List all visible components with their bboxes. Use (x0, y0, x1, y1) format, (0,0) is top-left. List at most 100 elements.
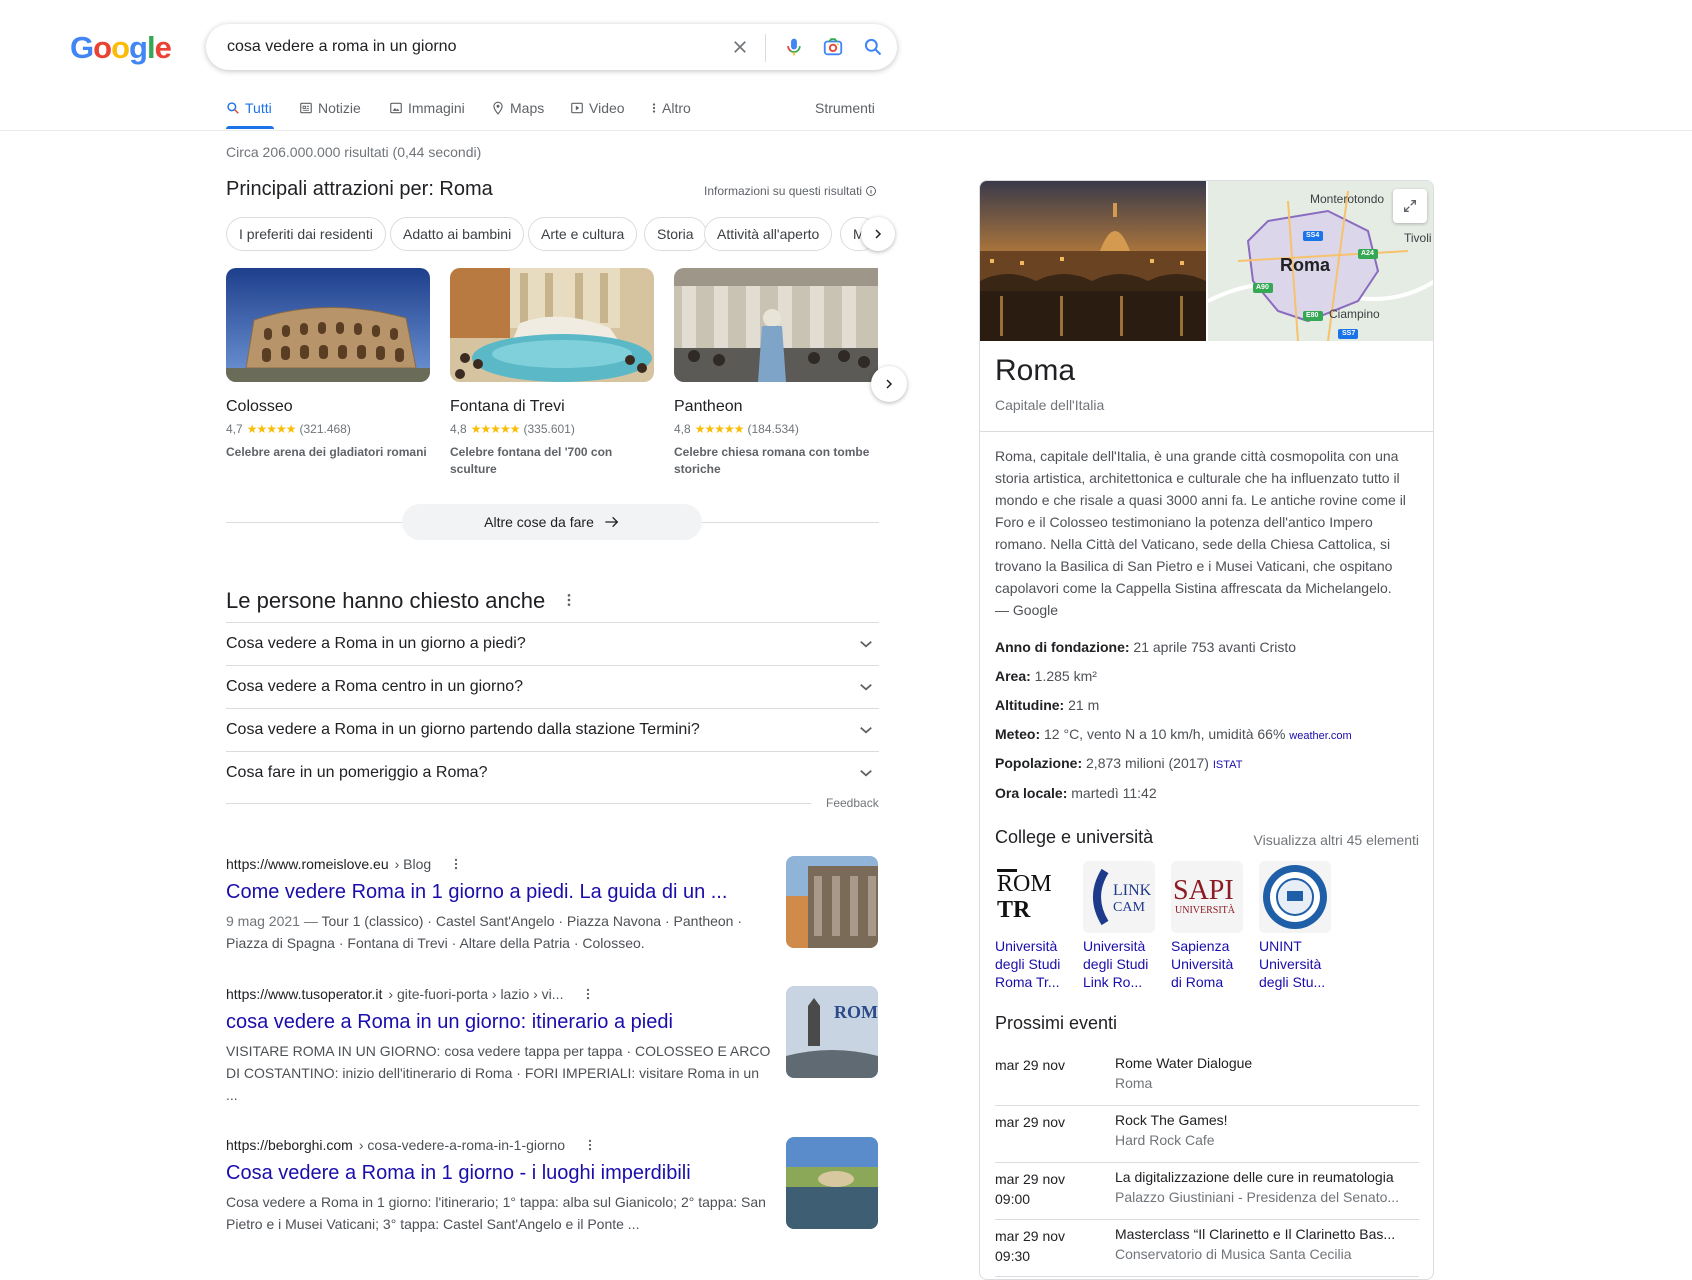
search-icon[interactable] (860, 34, 886, 60)
filter-chips: I preferiti dai residenti Adatto ai bamb… (226, 217, 898, 255)
attraction-rating: 4,7 ★★★★★ (321.468) (226, 422, 351, 436)
event-item[interactable]: mar 29 nov Rome Water Dialogue Roma (995, 1049, 1419, 1106)
result-url[interactable]: https://beborghi.com › cosa-vedere-a-rom… (226, 1137, 879, 1153)
result-url[interactable]: https://www.tusoperator.it › gite-fuori-… (226, 986, 879, 1002)
colosseum-image (226, 268, 430, 382)
feedback-link[interactable]: Feedback (826, 796, 879, 810)
road-label: A90 (1256, 284, 1269, 291)
svg-text:SAPI: SAPI (1173, 875, 1234, 906)
attraction-description: Celebre fontana del '700 con sculture (450, 445, 613, 476)
tab-maps[interactable]: Maps (491, 100, 544, 116)
college-item[interactable]: UNINT Università degli Stu... (1259, 861, 1335, 991)
attraction-card-trevi[interactable]: Fontana di Trevi 4,8 ★★★★★ (335.601) Cel… (450, 268, 654, 478)
chip-history[interactable]: Storia (644, 217, 707, 251)
header-divider (0, 130, 1692, 131)
more-things-to-do-button[interactable]: Altre cose da fare (402, 504, 702, 540)
event-place: Roma (1115, 1075, 1153, 1091)
result-thumbnail[interactable]: ROMA (786, 986, 878, 1078)
result-snippet: Cosa vedere a Roma in 1 giorno: l'itiner… (226, 1194, 766, 1232)
college-logo (1259, 861, 1331, 933)
event-name: La digitalizzazione delle cure in reumat… (1115, 1169, 1394, 1185)
map-label: Tivoli (1404, 231, 1432, 245)
camera-icon[interactable] (820, 34, 846, 60)
event-item[interactable]: mar 29 nov Rock The Games! Hard Rock Caf… (995, 1106, 1419, 1163)
fact-altitude: Altitudine: 21 m (995, 697, 1100, 713)
result-stats: Circa 206.000.000 risultati (0,44 second… (226, 144, 482, 160)
knowledge-panel: Monterotondo Tivoli Roma Ciampino SS4 A2… (979, 180, 1434, 1280)
rome-night-image[interactable] (980, 181, 1206, 341)
tab-all[interactable]: Tutti (226, 100, 272, 116)
fact-local-time: Ora locale: martedì 11:42 (995, 785, 1157, 801)
paa-question[interactable]: Cosa vedere a Roma in un giorno a piedi? (226, 622, 879, 665)
paa-question[interactable]: Cosa vedere a Roma in un giorno partendo… (226, 708, 879, 751)
attraction-card-colosseo[interactable]: Colosseo 4,7 ★★★★★ (321.468) Celebre are… (226, 268, 430, 461)
tools-button[interactable]: Strumenti (815, 100, 875, 116)
map-city-label: Roma (1280, 255, 1331, 275)
chevron-down-icon (860, 770, 872, 777)
expand-map-button[interactable] (1393, 189, 1427, 223)
result-title[interactable]: Cosa vedere a Roma in 1 giorno - i luogh… (226, 1162, 879, 1185)
rome-map[interactable]: Monterotondo Tivoli Roma Ciampino SS4 A2… (1207, 181, 1433, 342)
attraction-name: Fontana di Trevi (450, 398, 565, 415)
google-logo[interactable]: Google (70, 30, 172, 66)
more-vertical-icon[interactable] (587, 1138, 593, 1152)
search-input[interactable]: cosa vedere a roma in un giorno (227, 38, 456, 56)
chips-next-button[interactable] (861, 217, 895, 251)
college-item[interactable]: ROM TR Università degli Studi Roma Tr... (995, 861, 1071, 991)
more-vertical-icon[interactable] (453, 857, 459, 871)
search-box[interactable]: cosa vedere a roma in un giorno (206, 24, 897, 70)
college-item[interactable]: SAPI UNIVERSITÀ Sapienza Università di Ro… (1171, 861, 1247, 991)
tab-more[interactable]: Altro (651, 100, 691, 116)
svg-text:ROM: ROM (997, 871, 1052, 897)
search-result: https://www.romeislove.eu › Blog Come ve… (226, 856, 879, 954)
paa-heading: Le persone hanno chiesto anche (226, 588, 546, 613)
chip-kid-friendly[interactable]: Adatto ai bambini (390, 217, 525, 251)
result-thumbnail[interactable] (786, 1137, 878, 1229)
result-snippet: VISITARE ROMA IN UN GIORNO: cosa vedere … (226, 1043, 771, 1103)
svg-text:ROMA: ROMA (834, 1002, 878, 1022)
star-rating-icon: ★★★★★ (470, 422, 521, 436)
star-rating-icon: ★★★★★ (246, 422, 297, 436)
entity-title: Roma (995, 354, 1076, 387)
microphone-icon[interactable] (781, 34, 807, 60)
clear-icon[interactable] (727, 34, 753, 60)
pantheon-image (674, 268, 878, 382)
event-item[interactable]: mar 29 nov 09:30 Masterclass “Il Clarinet… (995, 1220, 1419, 1277)
entity-description: Roma, capitale dell'Italia, è una grande… (995, 448, 1406, 618)
view-more-colleges-link[interactable]: Visualizza altri 45 elementi (1254, 832, 1420, 848)
road-label: A24 (1361, 250, 1374, 257)
event-name: Rome Water Dialogue (1115, 1055, 1253, 1071)
event-place: Conservatorio di Musica Santa Cecilia (1115, 1246, 1352, 1262)
chevron-down-icon (860, 727, 872, 734)
attraction-card-pantheon[interactable]: Pantheon 4,8 ★★★★★ (184.534) Celebre chi… (674, 268, 878, 478)
weather-source-link[interactable]: weather.com (1289, 730, 1351, 742)
attraction-name: Colosseo (226, 398, 293, 415)
result-thumbnail[interactable] (786, 856, 878, 948)
paa-question[interactable]: Cosa vedere a Roma centro in un giorno? (226, 665, 879, 708)
result-title[interactable]: Come vedere Roma in 1 giorno a piedi. La… (226, 881, 879, 904)
result-url[interactable]: https://www.romeislove.eu › Blog (226, 856, 879, 872)
cards-next-button[interactable] (871, 366, 907, 402)
more-vertical-icon[interactable] (585, 987, 591, 1001)
tab-video[interactable]: Video (570, 100, 625, 116)
college-item[interactable]: LINK CAM Università degli Studi Link Ro..… (1083, 861, 1159, 991)
attraction-description: Celebre chiesa romana con tombe storiche (674, 445, 870, 476)
chip-art-culture[interactable]: Arte e cultura (528, 217, 638, 251)
chip-outdoor[interactable]: Attività all'aperto (704, 217, 833, 251)
tab-news[interactable]: Notizie (299, 100, 361, 116)
expand-icon (1404, 200, 1416, 212)
istat-source-link[interactable]: ISTAT (1213, 759, 1243, 771)
paa-question[interactable]: Cosa fare in un pomeriggio a Roma? (226, 751, 879, 794)
map-label: Monterotondo (1310, 192, 1385, 206)
result-title[interactable]: cosa vedere a Roma in un giorno: itinera… (226, 1011, 879, 1034)
event-item[interactable]: mar 29 nov 09:00 La digitalizzazione dell… (995, 1163, 1419, 1220)
svg-text:UNIVERSITÀ: UNIVERSITÀ (1175, 904, 1236, 916)
paa-options-button[interactable] (566, 592, 572, 613)
chevron-down-icon (860, 684, 872, 691)
chip-local-favorites[interactable]: I preferiti dai residenti (226, 217, 386, 251)
results-info-link[interactable]: Informazioni su questi risultati (704, 184, 877, 198)
college-logo: ROM TR (995, 861, 1067, 933)
road-label: SS4 (1306, 232, 1320, 239)
tab-images[interactable]: Immagini (389, 100, 465, 116)
description-source[interactable]: — Google (995, 602, 1058, 618)
